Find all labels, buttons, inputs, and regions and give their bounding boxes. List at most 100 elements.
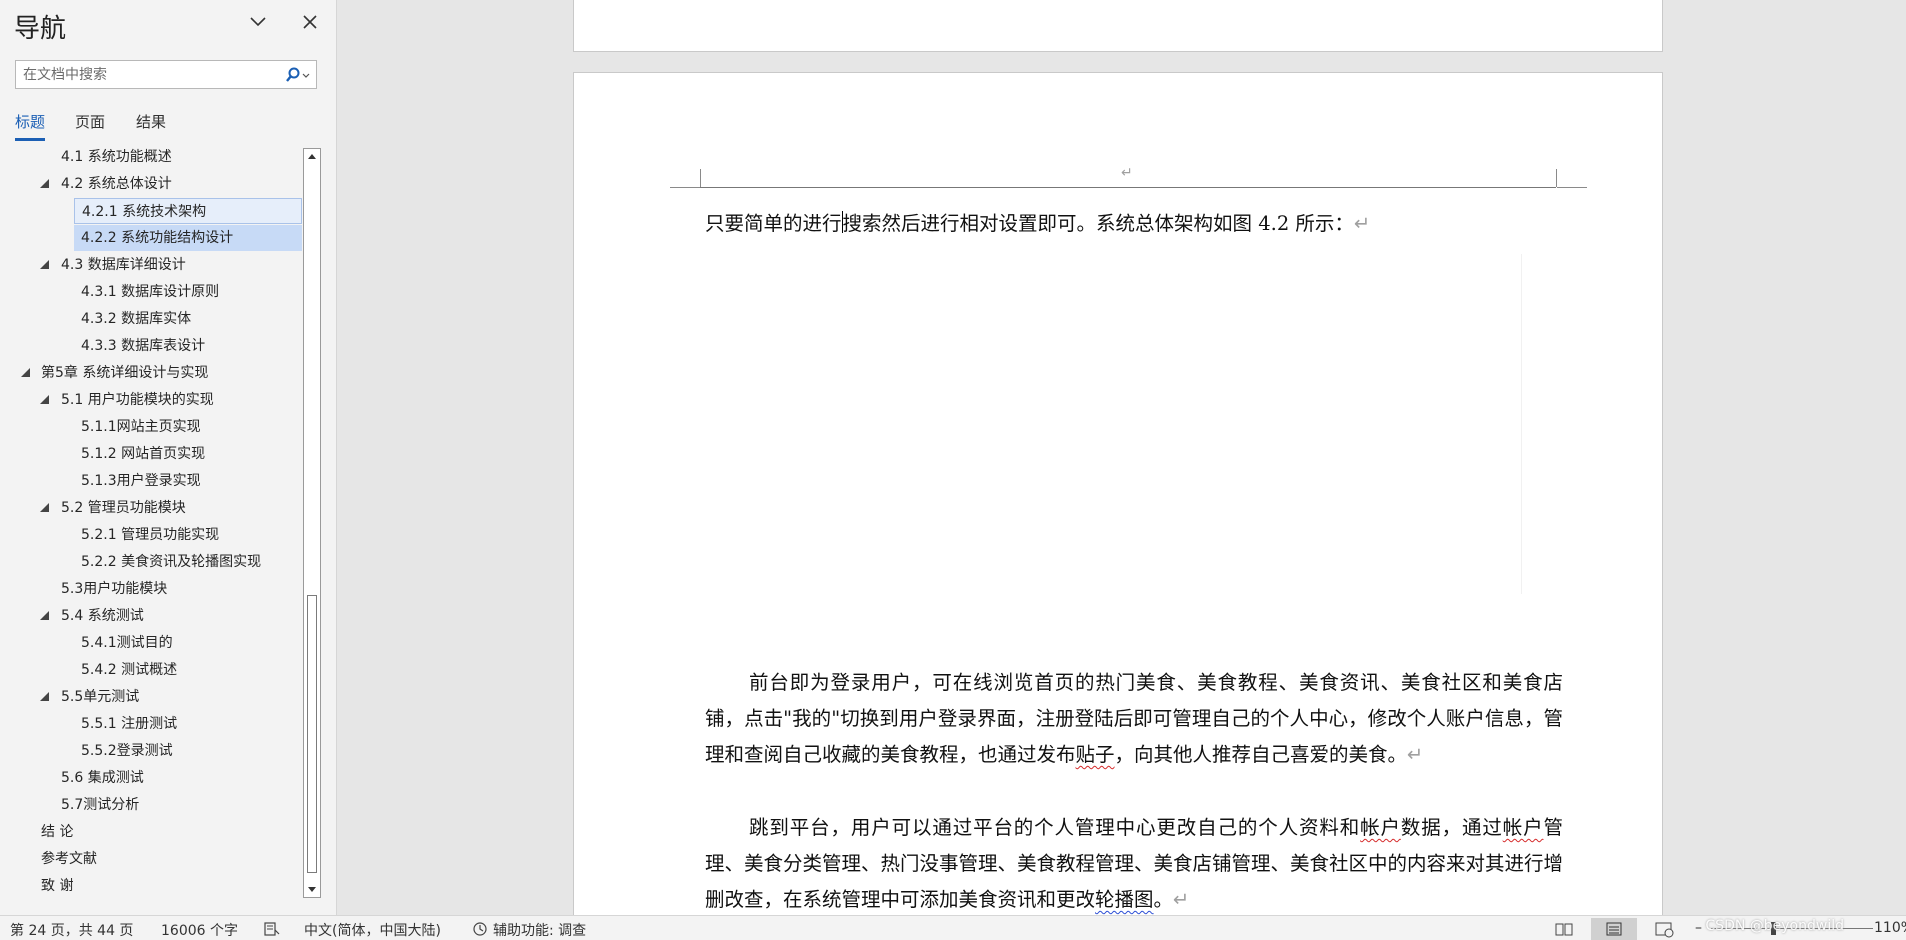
expand-triangle-icon[interactable] [40,179,49,188]
word-count[interactable]: 16006 个字 [161,920,238,940]
heading-item[interactable]: 5.1.2 网站首页实现 [0,441,302,467]
scroll-down-arrow-icon[interactable] [304,881,320,897]
search-icon[interactable] [284,66,312,84]
paragraph-mark: ↵ [1353,212,1371,235]
print-layout-icon[interactable] [1591,918,1637,940]
search-input[interactable] [16,61,278,88]
heading-item[interactable]: 4.3.2 数据库实体 [0,306,302,332]
crop-mark [700,169,701,187]
heading-item[interactable]: 5.5.2登录测试 [0,738,302,764]
paragraph-1[interactable]: 前台即为登录用户，可在线浏览首页的热门美食、美食教程、美食资讯、美食社区和美食店… [705,665,1563,773]
heading-item[interactable]: 5.1 用户功能模块的实现 [0,387,302,413]
heading-item[interactable]: 5.5.1 注册测试 [0,711,302,737]
heading-label: 结 论 [41,824,74,840]
p2-spelling-flag-1: 帐户 [1360,816,1401,839]
heading-item[interactable]: 5.2.1 管理员功能实现 [0,522,302,548]
heading-label: 4.2 系统总体设计 [61,176,172,192]
heading-item[interactable]: 参考文献 [0,846,302,872]
heading-label: 致 谢 [41,878,74,894]
web-layout-icon[interactable] [1641,918,1687,940]
heading-list: 4.1 系统功能概述 4.2 系统总体设计 4.2.1 系统技术架构 4.2.2 系统… [0,144,302,896]
document-area[interactable]: ↵ 只要简单的进行搜索然后进行相对设置即可。系统总体架构如图 4.2 所示：↵ … [338,0,1906,915]
nav-title: 导航 [14,14,67,44]
expand-triangle-icon[interactable] [40,503,49,512]
heading-item[interactable]: 致 谢 [0,873,302,896]
tab-pages[interactable]: 页面 [75,111,105,141]
current-page[interactable]: ↵ 只要简单的进行搜索然后进行相对设置即可。系统总体架构如图 4.2 所示：↵ … [573,72,1663,915]
heading-item[interactable]: 4.3.3 数据库表设计 [0,333,302,359]
p2-text-a: 跳到平台，用户可以通过平台的个人管理中心更改自己的个人资料和 [749,816,1361,839]
tab-results[interactable]: 结果 [136,111,166,141]
heading-item[interactable]: 第5章 系统详细设计与实现 [0,360,302,386]
heading-label: 5.2.2 美食资讯及轮播图实现 [81,554,262,570]
navigation-pane: 导航 标题 页面 结果 4.1 系统功能概述 4.2 系统总体设计 4.2.1 系统… [0,0,337,915]
close-icon[interactable] [298,10,322,34]
accessibility-status[interactable]: 辅助功能: 调查 [493,920,586,940]
crop-mark [1556,169,1557,187]
page-count[interactable]: 第 24 页，共 44 页 [10,920,133,940]
scrollbar-thumb[interactable] [307,595,317,873]
heading-label: 4.3.3 数据库表设计 [81,338,206,354]
heading-label: 5.7测试分析 [61,797,140,813]
zoom-level[interactable]: 110% [1874,920,1906,936]
paragraph-mark: ↵ [1173,888,1190,911]
previous-page [573,0,1663,52]
heading-label: 5.5.2登录测试 [81,743,173,759]
intro-text-b: 搜索然后进行相对设置即可。系统总体架构如图 4.2 所示： [842,212,1354,235]
proofing-icon[interactable] [264,921,280,937]
heading-item[interactable]: 5.4.2 测试概述 [0,657,302,683]
heading-item[interactable]: 5.1.1网站主页实现 [0,414,302,440]
expand-triangle-icon[interactable] [40,692,49,701]
paragraph-2[interactable]: 跳到平台，用户可以通过平台的个人管理中心更改自己的个人资料和帐户数据，通过帐户管… [705,810,1563,915]
expand-triangle-icon[interactable] [40,611,49,620]
heading-item[interactable]: 4.3 数据库详细设计 [0,252,302,278]
heading-label: 4.3 数据库详细设计 [61,257,186,273]
heading-label: 4.1 系统功能概述 [61,149,172,165]
heading-item[interactable]: 5.5单元测试 [0,684,302,710]
heading-item[interactable]: 5.4 系统测试 [0,603,302,629]
heading-item[interactable]: 4.2.1 系统技术架构 [74,198,302,224]
p2-grammar-flag: 轮播图 [1095,888,1154,911]
heading-item[interactable]: 5.2 管理员功能模块 [0,495,302,521]
heading-item[interactable]: 5.1.3用户登录实现 [0,468,302,494]
p1-spelling-flag: 贴子 [1075,743,1115,766]
paragraph-intro[interactable]: 只要简单的进行搜索然后进行相对设置即可。系统总体架构如图 4.2 所示：↵ [705,206,1563,242]
header-divider [700,187,1556,188]
heading-item[interactable]: 5.4.1测试目的 [0,630,302,656]
heading-item[interactable]: 结 论 [0,819,302,845]
nav-scrollbar[interactable] [303,148,321,898]
expand-triangle-icon[interactable] [40,260,49,269]
heading-label: 5.1.3用户登录实现 [81,473,201,489]
p2-text-c: 数据，通过 [1400,816,1503,839]
nav-options-chevron-icon[interactable] [246,10,270,34]
heading-label: 4.2.1 系统技术架构 [82,204,207,220]
heading-label: 4.2.2 系统功能结构设计 [81,230,234,246]
heading-item[interactable]: 4.2 系统总体设计 [0,171,302,197]
accessibility-icon[interactable] [472,921,488,937]
expand-triangle-icon[interactable] [21,368,30,377]
heading-label: 4.3.2 数据库实体 [81,311,192,327]
heading-label: 5.4.2 测试概述 [81,662,178,678]
heading-item[interactable]: 5.2.2 美食资讯及轮播图实现 [0,549,302,575]
heading-label: 5.1.1网站主页实现 [81,419,201,435]
read-mode-icon[interactable] [1541,918,1587,940]
expand-triangle-icon[interactable] [40,395,49,404]
heading-item[interactable]: 4.1 系统功能概述 [0,144,302,170]
tab-headings[interactable]: 标题 [15,111,46,141]
heading-item[interactable]: 4.2.2 系统功能结构设计 [74,225,302,251]
heading-item[interactable]: 5.7测试分析 [0,792,302,818]
scroll-up-arrow-icon[interactable] [304,149,320,165]
crop-mark [1557,187,1587,188]
heading-item[interactable]: 5.6 集成测试 [0,765,302,791]
header-paragraph-mark: ↵ [1121,165,1133,181]
crop-mark [670,187,700,188]
language[interactable]: 中文(简体，中国大陆) [304,920,441,940]
p2-spelling-flag-2: 帐户 [1502,816,1544,839]
zoom-out-button[interactable]: – [1695,920,1702,936]
heading-item[interactable]: 4.3.1 数据库设计原则 [0,279,302,305]
p2-text-g: 。 [1153,888,1174,911]
paragraph-mark: ↵ [1407,743,1424,766]
heading-label: 5.3用户功能模块 [61,581,168,597]
heading-label: 5.2 管理员功能模块 [61,500,186,516]
heading-item[interactable]: 5.3用户功能模块 [0,576,302,602]
